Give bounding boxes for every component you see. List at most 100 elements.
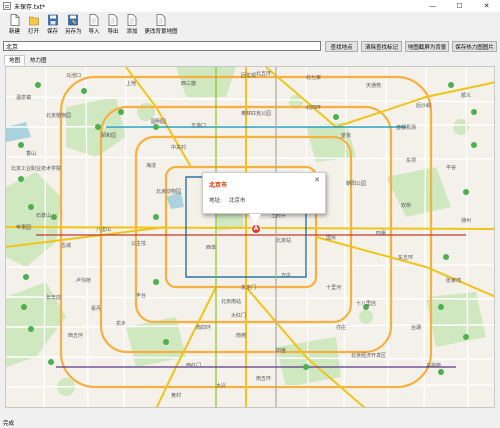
map-view[interactable]: 温泉镇 上地 西三旗 回龙观 北七家 马池口 天通苑 后沙峪 顺义 北京植物园 … xyxy=(5,66,495,408)
save-icon xyxy=(47,14,58,26)
map-label: 马驹桥 xyxy=(426,362,441,369)
map-label: 方庄 xyxy=(281,272,291,279)
map-label: 十里河 xyxy=(326,284,341,291)
save-as-label: 另存为 xyxy=(65,29,82,35)
map-canvas: 温泉镇 上地 西三旗 回龙观 北七家 马池口 天通苑 后沙峪 顺义 北京植物园 … xyxy=(6,67,494,407)
import-icon xyxy=(89,14,99,26)
map-label: 旧宫 xyxy=(276,347,286,354)
map-label: 北四环 xyxy=(306,104,321,111)
status-bar: 完成 xyxy=(0,414,500,428)
map-label: 石景山 xyxy=(36,212,51,219)
map-label: 看丹 xyxy=(91,305,101,312)
search-input[interactable] xyxy=(3,41,321,51)
map-label: 北京经济开发区 xyxy=(351,352,386,359)
map-label: 永定门 xyxy=(241,284,256,291)
new-file-icon xyxy=(10,14,19,26)
save-as-button[interactable]: 另存为 xyxy=(62,12,85,38)
popup-address-value: 北京市 xyxy=(229,198,246,204)
map-label: 南苑 xyxy=(236,332,246,339)
map-label: 望京 xyxy=(341,132,351,139)
popup-close-icon[interactable]: ✕ xyxy=(314,176,320,184)
map-label: 首都机场 xyxy=(396,124,416,131)
notepad-icon xyxy=(3,2,11,10)
map-label: 南五环 xyxy=(256,375,271,382)
map-label: 北五环 xyxy=(256,70,271,77)
change-basemap-label: 更改背景地图 xyxy=(144,29,178,35)
map-label: 古城 xyxy=(61,242,71,249)
search-row: 查找地点 清除查找标记 地图截屏为背景 保存热力图图片 xyxy=(0,40,500,53)
map-label: 国贸 xyxy=(326,234,336,241)
new-button[interactable]: 新建 xyxy=(5,12,24,38)
clear-marker-button[interactable]: 清除查找标记 xyxy=(361,41,402,52)
map-label: 西五环 xyxy=(68,333,83,339)
map-label: 东五环 xyxy=(398,254,413,261)
open-folder-icon xyxy=(28,16,39,26)
map-label: 卢沟桥 xyxy=(76,277,91,284)
map-label: 亦庄 xyxy=(336,324,346,331)
popup-pointer xyxy=(249,214,261,224)
map-label: 北七家 xyxy=(306,74,321,81)
map-label: 大兴 xyxy=(216,382,226,389)
map-label: 苹果园 xyxy=(16,224,31,231)
save-label: 保存 xyxy=(46,29,58,35)
close-button[interactable]: ✕ xyxy=(473,0,500,12)
map-label: 西红门 xyxy=(186,362,201,369)
map-label: 北京站 xyxy=(276,237,291,244)
map-label: 后沙峪 xyxy=(416,102,431,109)
map-label: 温泉镇 xyxy=(16,94,31,101)
find-place-button[interactable]: 查找地点 xyxy=(325,41,358,52)
map-label: 台湖 xyxy=(411,324,421,331)
change-basemap-button[interactable]: 更改背景地图 xyxy=(142,12,181,38)
minimize-button[interactable]: — xyxy=(419,0,446,12)
map-label: 通州 xyxy=(461,217,471,224)
map-label: 北京南站 xyxy=(221,298,241,305)
map-label: 双桥 xyxy=(401,202,411,209)
map-label: 奥林匹克公园 xyxy=(241,110,271,117)
map-label: 回龙观 xyxy=(241,72,256,79)
status-text: 完成 xyxy=(3,421,15,427)
maximize-button[interactable]: ☐ xyxy=(446,0,473,12)
map-label: 公主坟 xyxy=(131,240,146,247)
save-heatmap-button[interactable]: 保存热力图图片 xyxy=(452,41,497,52)
map-label: 北京植物园 xyxy=(46,112,71,119)
map-label: 南四环 xyxy=(196,324,211,331)
open-label: 打开 xyxy=(27,29,39,35)
save-button[interactable]: 保存 xyxy=(43,12,62,38)
map-label: 马池口 xyxy=(66,72,81,79)
map-label: 长辛店 xyxy=(46,294,61,301)
map-label: 十八里店 xyxy=(356,300,376,307)
tab-map[interactable]: 地图 xyxy=(4,55,26,65)
popup-address-label: 地址: xyxy=(209,198,222,204)
new-label: 新建 xyxy=(8,29,20,35)
import-button[interactable]: 导入 xyxy=(85,12,104,38)
add-icon xyxy=(127,14,137,26)
screenshot-background-button[interactable]: 地图截屏为背景 xyxy=(405,41,449,52)
tab-heatmap[interactable]: 热力图 xyxy=(25,55,52,65)
map-label: 四惠 xyxy=(376,230,386,237)
map-label: 朝阳公园 xyxy=(346,180,366,187)
window-controls: — ☐ ✕ xyxy=(419,0,500,12)
map-label: 北京工业职业技术学院 xyxy=(11,165,61,172)
map-label: 圆明园 xyxy=(151,119,166,125)
map-label: 东坝 xyxy=(406,157,416,164)
import-label: 导入 xyxy=(88,29,100,35)
map-label: 香山 xyxy=(26,150,36,157)
save-as-icon xyxy=(68,14,79,26)
map-label: 平谷 xyxy=(446,164,456,171)
window-title: 未保存.txt* xyxy=(14,3,46,11)
map-label: 顺义 xyxy=(461,93,471,99)
export-label: 导出 xyxy=(107,29,119,35)
map-label: 黄村 xyxy=(171,392,181,399)
title-bar: 未保存.txt* — ☐ ✕ xyxy=(0,0,500,12)
map-label: 花乡 xyxy=(116,320,126,327)
map-label: 八宝山 xyxy=(96,226,111,233)
map-label: 中关村 xyxy=(171,144,186,151)
export-icon xyxy=(108,14,118,26)
map-label: 西单 xyxy=(206,244,216,251)
map-label: 颐和园 xyxy=(101,132,116,139)
location-marker[interactable]: A xyxy=(251,224,261,234)
open-button[interactable]: 打开 xyxy=(24,12,43,38)
add-button[interactable]: 添加 xyxy=(123,12,142,38)
map-label: 海淀 xyxy=(146,162,156,169)
export-button[interactable]: 导出 xyxy=(104,12,123,38)
